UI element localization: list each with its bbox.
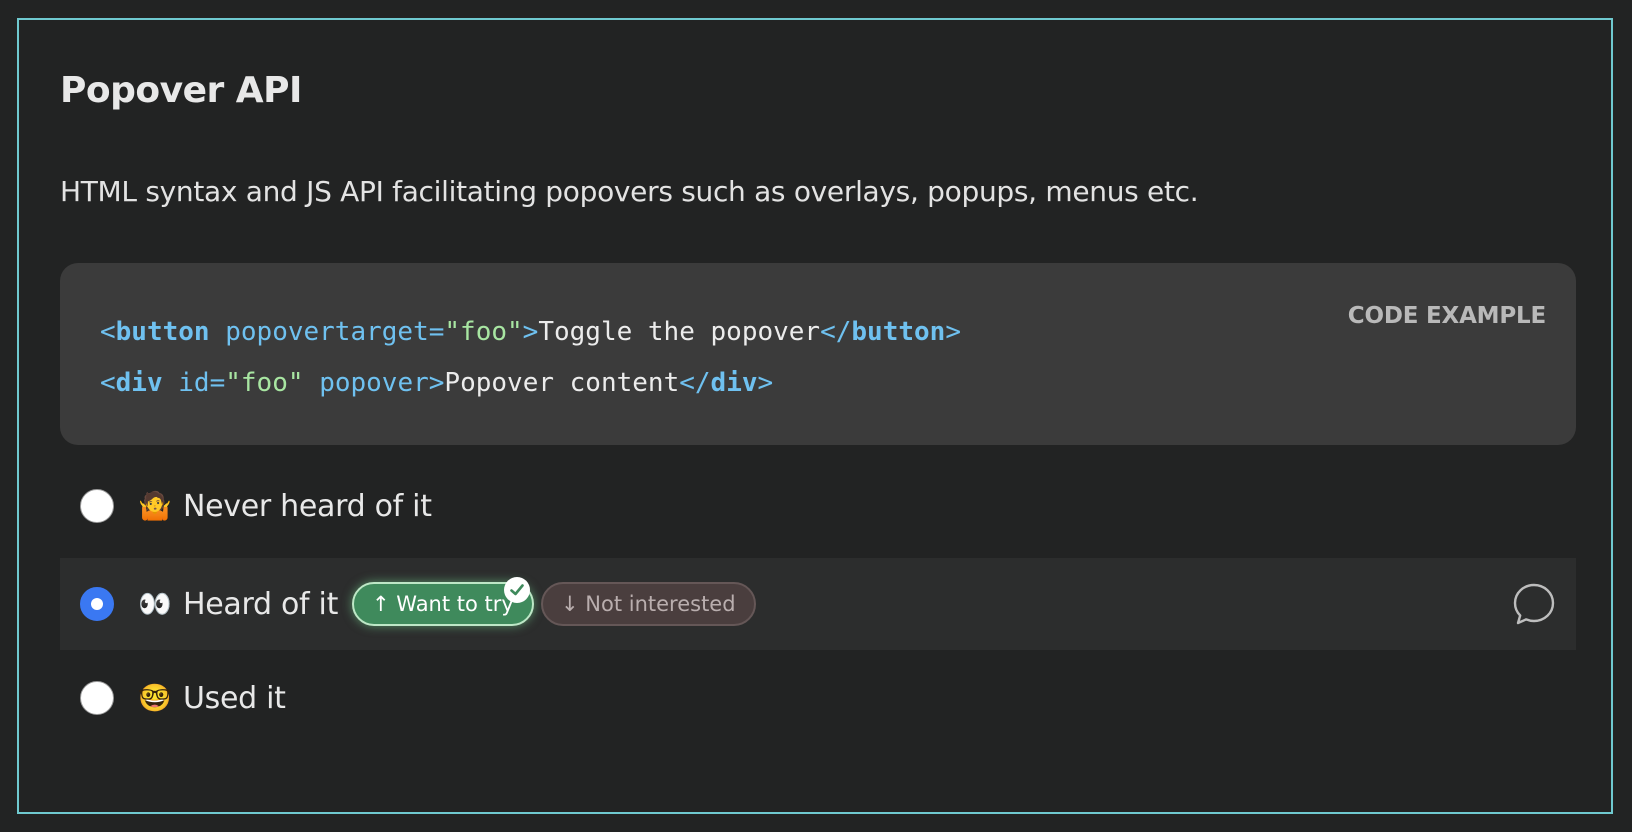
code-token: <: [100, 368, 116, 398]
option-label: Never heard of it: [183, 488, 432, 524]
eyes-emoji-icon: 👀: [138, 588, 172, 620]
code-token: =: [428, 317, 445, 347]
code-token: div: [115, 368, 163, 398]
code-token: </: [679, 368, 711, 398]
code-token: <: [100, 317, 116, 347]
code-token: id: [178, 368, 210, 398]
code-token: =: [209, 368, 226, 398]
code-token: button: [851, 317, 946, 347]
code-token: >: [945, 317, 961, 347]
option-label: Used it: [183, 680, 286, 716]
code-token: >: [428, 368, 445, 398]
code-line: <div id="foo" popover>Popover content</d…: [100, 358, 961, 409]
radio-never-heard[interactable]: [80, 489, 114, 523]
code-example-label: CODE EXAMPLE: [1347, 303, 1546, 329]
code-token: >: [522, 317, 539, 347]
radio-used-it[interactable]: [80, 681, 114, 715]
code-token: popover: [319, 368, 429, 398]
not-interested-button[interactable]: ↓ Not interested: [541, 582, 756, 626]
feature-title: Popover API: [60, 70, 302, 111]
code-token: button: [115, 317, 210, 347]
code-snippet: <button popovertarget="foo">Toggle the p…: [100, 307, 961, 409]
radio-heard-of-it[interactable]: [80, 587, 114, 621]
check-icon: [504, 577, 530, 603]
code-token: div: [710, 368, 758, 398]
code-token: "foo": [444, 317, 523, 347]
code-token: </: [820, 317, 852, 347]
option-heard-of-it[interactable]: 👀 Heard of it ↑ Want to try ↓ Not intere…: [60, 558, 1576, 650]
code-example-block: CODE EXAMPLE <button popovertarget="foo"…: [60, 263, 1576, 445]
code-line: <button popovertarget="foo">Toggle the p…: [100, 307, 961, 358]
code-token: Toggle the popover: [538, 317, 821, 347]
code-token: Popover content: [444, 368, 680, 398]
option-never-heard[interactable]: 🤷 Never heard of it: [60, 460, 1576, 552]
code-token: popovertarget: [225, 317, 429, 347]
option-used-it[interactable]: 🤓 Used it: [60, 652, 1576, 744]
shrug-emoji-icon: 🤷: [138, 490, 172, 522]
nerd-face-emoji-icon: 🤓: [138, 682, 172, 714]
code-token: >: [757, 368, 774, 398]
option-label: Heard of it: [183, 586, 339, 622]
feature-description: HTML syntax and JS API facilitating popo…: [60, 175, 1199, 208]
comment-icon[interactable]: [1512, 582, 1556, 626]
feature-card: Popover API HTML syntax and JS API facil…: [17, 18, 1613, 814]
code-token: "foo": [225, 368, 304, 398]
